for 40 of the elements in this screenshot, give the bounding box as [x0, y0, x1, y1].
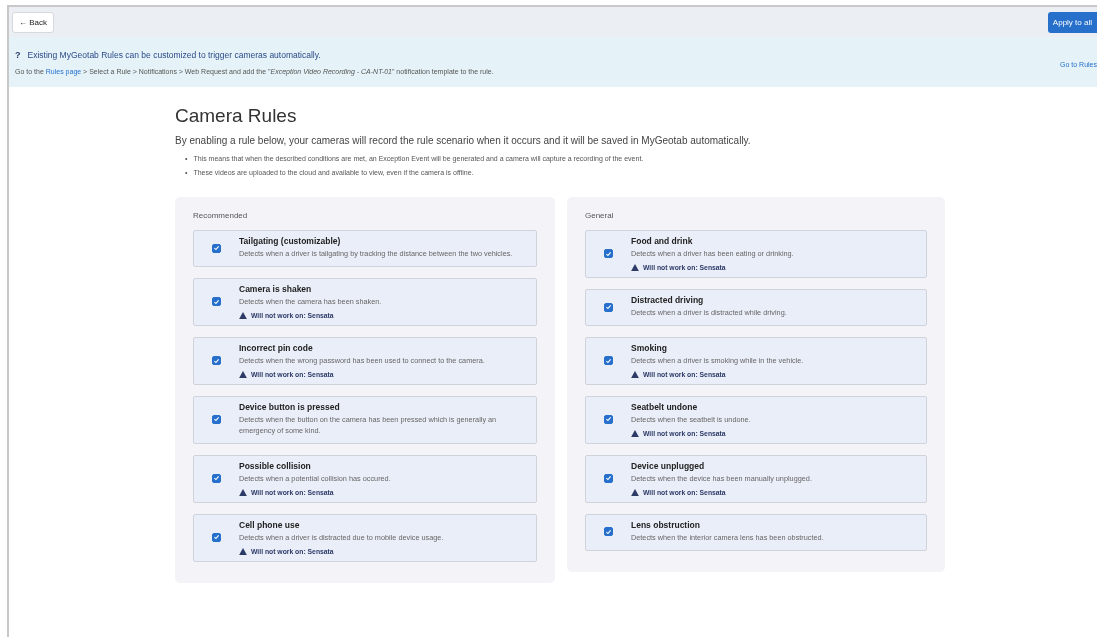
checkbox[interactable] [212, 414, 221, 424]
rule-name: Smoking [631, 343, 668, 354]
checkbox[interactable] [212, 243, 221, 253]
rule-name: Lens obstruction [631, 519, 701, 530]
page-title: Camera Rules [175, 105, 298, 127]
warning-icon [631, 429, 639, 437]
checkbox[interactable] [212, 532, 221, 542]
checkbox[interactable] [604, 249, 613, 259]
rule-name: Camera is shaken [239, 284, 313, 295]
warning-icon [239, 488, 247, 496]
warning-icon [239, 547, 247, 555]
checkbox[interactable] [212, 473, 221, 483]
checkbox[interactable] [604, 527, 613, 537]
group-heading: General [585, 211, 615, 221]
rule-name: Seatbelt undone [631, 402, 699, 412]
checkbox[interactable] [604, 356, 613, 366]
rule-name: Incorrect pin code [239, 343, 314, 354]
checkbox[interactable] [604, 302, 613, 312]
rule-name: Cell phone use [239, 519, 301, 530]
apply-button[interactable]: Apply to all [1047, 11, 1097, 33]
page-subtitle: By enabling a rule below, your cameras will record the rule scenario when it occurs and it will be saved in MyGeotab automatically. [175, 135, 752, 146]
help-icon: ? [15, 49, 21, 60]
back-button[interactable]: ← Back [12, 11, 54, 33]
rule-name: Distracted driving [631, 295, 705, 306]
rule-name: Tailgating (customizable) [239, 236, 342, 247]
warning-icon [631, 371, 639, 378]
checkbox[interactable] [212, 297, 221, 307]
warning-icon [239, 371, 247, 378]
warning-icon [631, 488, 639, 496]
rule-name: Possible collision [239, 460, 312, 471]
group-heading: Recommended [193, 211, 249, 221]
checkbox[interactable] [604, 473, 613, 483]
warning-icon [239, 312, 247, 320]
checkbox[interactable] [604, 414, 613, 424]
banner-headline: Existing MyGeotab Rules can be customized to trigger cameras automatically. [27, 49, 321, 60]
rule-name: Food and drink [631, 236, 694, 247]
rule-name: Device unplugged [631, 460, 706, 471]
checkbox[interactable] [212, 356, 221, 366]
warning-icon [631, 264, 639, 272]
rule-name: Device button is pressed [239, 402, 341, 412]
